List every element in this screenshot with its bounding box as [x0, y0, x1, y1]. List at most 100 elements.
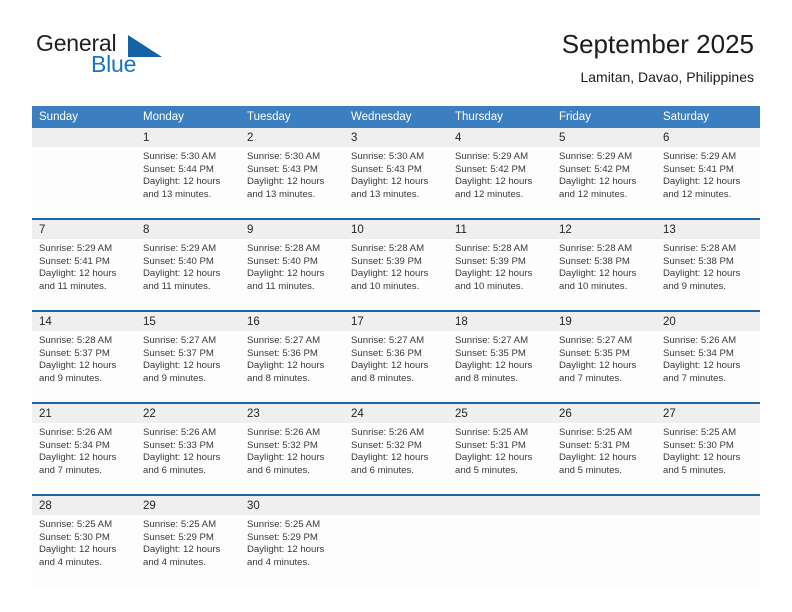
weekday-header-tuesday: Tuesday	[240, 106, 344, 128]
day-cell[interactable]: 29 Sunrise: 5:25 AM Sunset: 5:29 PM Dayligh…	[136, 494, 240, 586]
daylight-text-line2: and 7 minutes.	[559, 372, 622, 384]
sunrise-text: Sunrise: 5:25 AM	[559, 427, 633, 438]
day-number: 24	[344, 404, 448, 423]
sunset-text: Sunset: 5:31 PM	[559, 439, 630, 451]
weekday-header-saturday: Saturday	[656, 106, 760, 128]
sun-info: Sunrise: 5:28 AM Sunset: 5:40 PM Daylight:…	[240, 239, 344, 293]
daylight-text-line2: and 11 minutes.	[247, 280, 315, 292]
daylight-text-line1: Daylight: 12 hours	[455, 452, 533, 464]
day-cell[interactable]: 17 Sunrise: 5:27 AM Sunset: 5:36 PM Dayligh…	[344, 310, 448, 403]
day-number: 17	[344, 312, 448, 331]
day-number: 23	[240, 404, 344, 423]
day-number: 15	[136, 312, 240, 331]
day-cell[interactable]: 9 Sunrise: 5:28 AM Sunset: 5:40 PM Daylight…	[240, 218, 344, 311]
weekday-header-monday: Monday	[136, 106, 240, 128]
daylight-text-line1: Daylight: 12 hours	[455, 268, 533, 280]
day-cell[interactable]: 19 Sunrise: 5:27 AM Sunset: 5:35 PM Dayligh…	[552, 310, 656, 403]
day-cell[interactable]: 8 Sunrise: 5:29 AM Sunset: 5:40 PM Daylight…	[136, 218, 240, 311]
day-number: 21	[32, 404, 136, 423]
daylight-text-line1: Daylight: 12 hours	[351, 360, 429, 372]
sunrise-text: Sunrise: 5:28 AM	[351, 243, 425, 254]
sunrise-text: Sunrise: 5:25 AM	[455, 427, 529, 438]
day-cell[interactable]: 6 Sunrise: 5:29 AM Sunset: 5:41 PM Daylight…	[656, 128, 760, 219]
sun-info: Sunrise: 5:29 AM Sunset: 5:42 PM Daylight:…	[448, 147, 552, 201]
sunset-text: Sunset: 5:29 PM	[247, 531, 318, 543]
day-cell[interactable]: 18 Sunrise: 5:27 AM Sunset: 5:35 PM Dayligh…	[448, 310, 552, 403]
daylight-text-line1: Daylight: 12 hours	[559, 360, 637, 372]
day-cell[interactable]: 30 Sunrise: 5:25 AM Sunset: 5:29 PM Dayligh…	[240, 494, 344, 586]
sunset-text: Sunset: 5:41 PM	[663, 163, 734, 175]
day-cell[interactable]: 3 Sunrise: 5:30 AM Sunset: 5:43 PM Daylight…	[344, 128, 448, 219]
day-cell[interactable]: 12 Sunrise: 5:28 AM Sunset: 5:38 PM Dayligh…	[552, 218, 656, 311]
sun-info: Sunrise: 5:30 AM Sunset: 5:43 PM Daylight:…	[240, 147, 344, 201]
sunrise-text: Sunrise: 5:27 AM	[455, 335, 529, 346]
day-cell[interactable]: 7 Sunrise: 5:29 AM Sunset: 5:41 PM Daylight…	[32, 218, 136, 311]
sun-info: Sunrise: 5:28 AM Sunset: 5:39 PM Daylight:…	[448, 239, 552, 293]
day-cell[interactable]: 28 Sunrise: 5:25 AM Sunset: 5:30 PM Dayligh…	[32, 494, 136, 586]
day-cell[interactable]: 24 Sunrise: 5:26 AM Sunset: 5:32 PM Dayligh…	[344, 402, 448, 495]
sunrise-text: Sunrise: 5:25 AM	[663, 427, 737, 438]
weekday-header-wednesday: Wednesday	[344, 106, 448, 128]
daylight-text-line1: Daylight: 12 hours	[663, 268, 741, 280]
daylight-text-line2: and 4 minutes.	[39, 556, 102, 568]
day-cell[interactable]: 2 Sunrise: 5:30 AM Sunset: 5:43 PM Daylight…	[240, 128, 344, 219]
sunset-text: Sunset: 5:38 PM	[559, 255, 630, 267]
day-number: 30	[240, 496, 344, 515]
day-cell[interactable]: 13 Sunrise: 5:28 AM Sunset: 5:38 PM Dayligh…	[656, 218, 760, 311]
day-number	[448, 496, 552, 515]
sunset-text: Sunset: 5:33 PM	[143, 439, 214, 451]
sunset-text: Sunset: 5:30 PM	[39, 531, 110, 543]
day-number: 26	[552, 404, 656, 423]
daylight-text-line2: and 12 minutes.	[663, 188, 732, 200]
day-cell[interactable]: 11 Sunrise: 5:28 AM Sunset: 5:39 PM Dayligh…	[448, 218, 552, 311]
day-cell[interactable]: 23 Sunrise: 5:26 AM Sunset: 5:32 PM Dayligh…	[240, 402, 344, 495]
day-cell[interactable]: 10 Sunrise: 5:28 AM Sunset: 5:39 PM Dayligh…	[344, 218, 448, 311]
daylight-text-line2: and 10 minutes.	[351, 280, 420, 292]
daylight-text-line2: and 8 minutes.	[455, 372, 518, 384]
day-cell[interactable]: 1 Sunrise: 5:30 AM Sunset: 5:44 PM Daylight…	[136, 128, 240, 219]
sunrise-text: Sunrise: 5:25 AM	[143, 519, 217, 530]
daylight-text-line1: Daylight: 12 hours	[247, 544, 325, 556]
day-cell[interactable]: 25 Sunrise: 5:25 AM Sunset: 5:31 PM Dayligh…	[448, 402, 552, 495]
daylight-text-line1: Daylight: 12 hours	[663, 452, 741, 464]
day-cell[interactable]: 20 Sunrise: 5:26 AM Sunset: 5:34 PM Dayligh…	[656, 310, 760, 403]
day-cell[interactable]: 26 Sunrise: 5:25 AM Sunset: 5:31 PM Dayligh…	[552, 402, 656, 495]
sunset-text: Sunset: 5:35 PM	[559, 347, 630, 359]
sunset-text: Sunset: 5:31 PM	[455, 439, 526, 451]
daylight-text-line1: Daylight: 12 hours	[351, 452, 429, 464]
calendar-header-row: Sunday Monday Tuesday Wednesday Thursday Frid…	[32, 106, 760, 128]
sunrise-text: Sunrise: 5:27 AM	[559, 335, 633, 346]
day-cell[interactable]: 15 Sunrise: 5:27 AM Sunset: 5:37 PM Dayligh…	[136, 310, 240, 403]
sunrise-text: Sunrise: 5:28 AM	[39, 335, 113, 346]
day-cell[interactable]: 14 Sunrise: 5:28 AM Sunset: 5:37 PM Dayligh…	[32, 310, 136, 403]
sun-info: Sunrise: 5:25 AM Sunset: 5:30 PM Daylight:…	[656, 423, 760, 477]
day-cell[interactable]: 5 Sunrise: 5:29 AM Sunset: 5:42 PM Daylight…	[552, 128, 656, 219]
daylight-text-line1: Daylight: 12 hours	[143, 452, 221, 464]
day-cell[interactable]: 27 Sunrise: 5:25 AM Sunset: 5:30 PM Dayligh…	[656, 402, 760, 495]
day-cell[interactable]: 4 Sunrise: 5:29 AM Sunset: 5:42 PM Daylight…	[448, 128, 552, 219]
day-number: 19	[552, 312, 656, 331]
day-cell[interactable]: 21 Sunrise: 5:26 AM Sunset: 5:34 PM Dayligh…	[32, 402, 136, 495]
sunset-text: Sunset: 5:32 PM	[351, 439, 422, 451]
sun-info: Sunrise: 5:30 AM Sunset: 5:44 PM Daylight:…	[136, 147, 240, 201]
logo-text-blue: Blue	[91, 51, 137, 77]
day-cell[interactable]: 16 Sunrise: 5:27 AM Sunset: 5:36 PM Dayligh…	[240, 310, 344, 403]
daylight-text-line1: Daylight: 12 hours	[39, 452, 117, 464]
day-number	[552, 496, 656, 515]
calendar-week-row: 1 Sunrise: 5:30 AM Sunset: 5:44 PM Daylight…	[32, 128, 760, 219]
sunrise-text: Sunrise: 5:26 AM	[351, 427, 425, 438]
daylight-text-line2: and 12 minutes.	[455, 188, 524, 200]
sun-info: Sunrise: 5:27 AM Sunset: 5:35 PM Daylight:…	[552, 331, 656, 385]
general-blue-logo[interactable]: General Blue	[36, 30, 216, 80]
sunrise-text: Sunrise: 5:26 AM	[663, 335, 737, 346]
day-cell[interactable]: 22 Sunrise: 5:26 AM Sunset: 5:33 PM Dayligh…	[136, 402, 240, 495]
sunset-text: Sunset: 5:42 PM	[455, 163, 526, 175]
sunset-text: Sunset: 5:34 PM	[39, 439, 110, 451]
page-header: General Blue September 2025 Lamitan, Dav…	[0, 0, 792, 85]
sunrise-text: Sunrise: 5:27 AM	[351, 335, 425, 346]
day-number	[656, 496, 760, 515]
day-number: 14	[32, 312, 136, 331]
sunrise-text: Sunrise: 5:25 AM	[247, 519, 321, 530]
daylight-text-line2: and 6 minutes.	[351, 464, 414, 476]
daylight-text-line1: Daylight: 12 hours	[247, 268, 325, 280]
